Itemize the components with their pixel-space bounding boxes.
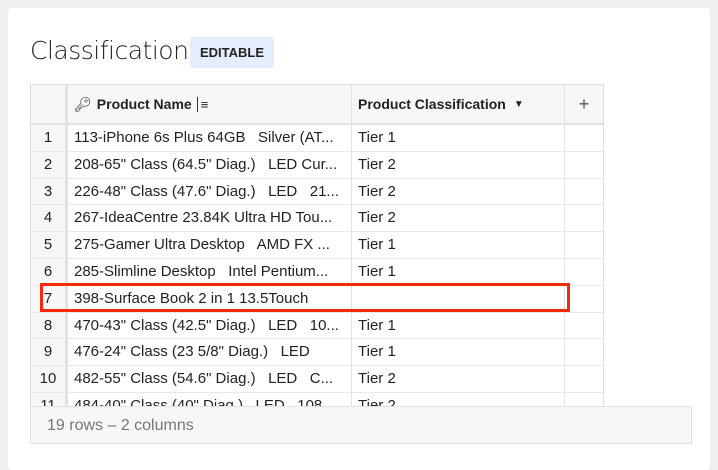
table-row[interactable]: 4 267-IdeaCentre 23.84K Ultra HD Tou... Ti… [31,205,603,233]
classification-cell[interactable]: Tier 1 [352,312,565,339]
product-name-cell[interactable]: 208-65" Class (64.5" Diag.) LED Cur... [68,151,352,178]
page-title: Classification [30,36,189,65]
product-name-cell[interactable]: 113-iPhone 6s Plus 64GB Silver (AT... [68,125,352,151]
table-row[interactable]: 3 226-48" Class (47.6" Diag.) LED 21... Ti… [31,178,603,206]
row-number: 1 [31,125,68,151]
row-number: 6 [31,258,68,285]
empty-cell [565,366,603,392]
product-name-cell[interactable]: 275-Gamer Ultra Desktop AMD FX ... [68,232,352,258]
empty-cell [565,259,603,285]
table-row[interactable]: 6 285-Slimline Desktop Intel Pentium... Ti… [31,258,603,286]
grid-body: 1 113-iPhone 6s Plus 64GB Silver (AT... Ti… [31,125,603,406]
data-grid: 🔑︎ Product Name ≡ Product Classification… [30,84,604,406]
classification-cell[interactable]: Tier 2 [352,205,565,232]
empty-cell [565,205,603,231]
classification-cell[interactable]: Tier 2 [352,392,565,406]
product-name-cell[interactable]: 470-43" Class (42.5" Diag.) LED 10... [68,312,352,339]
column-label: Product Name [96,96,192,112]
sort-icon[interactable]: ≡ [196,96,208,112]
row-number: 8 [31,312,68,339]
chevron-down-icon[interactable]: ▼ [514,99,524,110]
product-name-cell[interactable]: 285-Slimline Desktop Intel Pentium... [68,258,352,285]
row-number: 3 [31,178,68,205]
empty-cell [565,232,603,258]
product-name-cell[interactable]: 267-IdeaCentre 23.84K Ultra HD Tou... [68,205,352,232]
row-number: 5 [31,232,68,258]
empty-cell [565,179,603,205]
product-name-cell[interactable]: 482-55" Class (54.6" Diag.) LED C... [68,366,352,392]
classification-cell[interactable]: Tier 1 [352,339,565,366]
product-name-cell[interactable]: 484-40" Class (40" Diag.) LED 108... [68,392,352,406]
empty-cell [565,286,603,312]
row-number: 4 [31,205,68,232]
grid-header: 🔑︎ Product Name ≡ Product Classification… [31,85,603,125]
grid-footer: 19 rows – 2 columns [30,406,692,444]
empty-cell [565,152,603,178]
row-number: 9 [31,339,68,366]
row-number-header [31,85,68,123]
table-row[interactable]: 10 482-55" Class (54.6" Diag.) LED C... Ti… [31,366,603,393]
product-name-cell[interactable]: 226-48" Class (47.6" Diag.) LED 21... [68,178,352,205]
column-header-product-classification[interactable]: Product Classification ▼ [352,85,565,123]
empty-cell [565,313,603,339]
empty-cell [565,393,603,406]
column-header-product-name[interactable]: 🔑︎ Product Name ≡ [68,85,352,123]
classification-cell[interactable]: Tier 2 [352,366,565,392]
table-row[interactable]: 9 476-24" Class (23 5/8" Diag.) LED Tier 1 [31,339,603,367]
row-number: 10 [31,366,68,392]
table-row[interactable]: 5 275-Gamer Ultra Desktop AMD FX ... Tier … [31,232,603,259]
product-name-cell[interactable]: 476-24" Class (23 5/8" Diag.) LED [68,339,352,366]
row-number: 2 [31,151,68,178]
empty-cell [565,339,603,365]
table-row[interactable]: 1 113-iPhone 6s Plus 64GB Silver (AT... Ti… [31,125,603,152]
table-row[interactable]: 11 484-40" Class (40" Diag.) LED 108... Ti… [31,392,603,406]
column-label: Product Classification [358,96,506,112]
key-icon: 🔑︎ [74,95,92,112]
editable-badge: EDITABLE [190,37,275,68]
classification-cell[interactable]: Tier 1 [352,232,565,258]
classification-cell[interactable]: Tier 1 [352,125,565,151]
table-row[interactable]: 2 208-65" Class (64.5" Diag.) LED Cur... T… [31,151,603,179]
classification-cell[interactable]: Tier 2 [352,178,565,205]
highlight-box [40,283,570,312]
classification-cell[interactable]: Tier 2 [352,151,565,178]
empty-cell [565,125,603,151]
add-column-button[interactable]: + [565,85,603,123]
row-number: 11 [31,392,68,406]
classification-cell[interactable]: Tier 1 [352,258,565,285]
table-row[interactable]: 8 470-43" Class (42.5" Diag.) LED 10... Ti… [31,312,603,340]
